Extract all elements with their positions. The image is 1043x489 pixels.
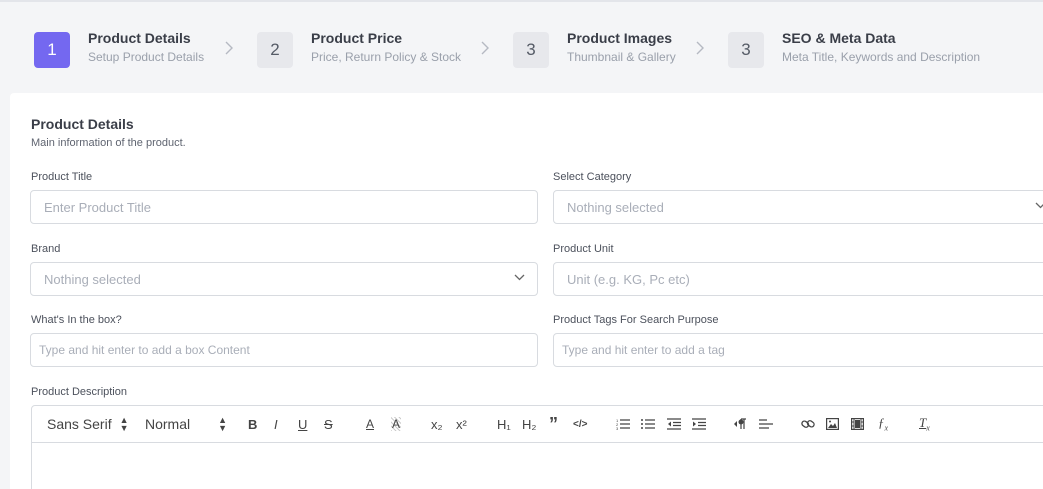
- text-color-icon[interactable]: A: [366, 406, 374, 442]
- unit-input[interactable]: [567, 271, 1043, 287]
- step-wizard: 1 Product Details Setup Product Details …: [34, 30, 1043, 70]
- product-title-label: Product Title: [31, 171, 93, 183]
- product-title-field: [30, 190, 538, 224]
- svg-text:3: 3: [616, 426, 619, 430]
- step-number: 2: [257, 32, 293, 68]
- font-family-value: Sans Serif: [47, 416, 112, 432]
- unit-label: Product Unit: [553, 243, 614, 255]
- outdent-icon[interactable]: [667, 406, 681, 442]
- tags-label: Product Tags For Search Purpose: [553, 314, 719, 326]
- formula-icon[interactable]: ƒx: [878, 406, 888, 442]
- subscript-icon[interactable]: x₂: [431, 406, 443, 442]
- strike-icon[interactable]: S: [324, 406, 333, 442]
- step-number: 3: [513, 32, 549, 68]
- step-subtitle: Thumbnail & Gallery: [567, 50, 676, 64]
- chevron-right-icon: [225, 41, 233, 55]
- chevron-down-icon: [1035, 202, 1043, 209]
- tags-input[interactable]: [562, 343, 1043, 357]
- indent-icon[interactable]: [692, 406, 706, 442]
- heading-1-icon[interactable]: H₁: [497, 406, 511, 442]
- video-icon[interactable]: [851, 406, 864, 442]
- highlight-letter: A: [391, 417, 402, 431]
- description-label: Product Description: [31, 386, 127, 398]
- highlight-icon[interactable]: A: [391, 406, 402, 442]
- chevron-right-icon: [481, 41, 489, 55]
- step-title: SEO & Meta Data: [782, 30, 896, 46]
- formula-glyph: ƒx: [878, 415, 889, 433]
- link-icon[interactable]: [801, 406, 815, 442]
- superscript-icon[interactable]: x²: [456, 406, 467, 442]
- category-label: Select Category: [553, 171, 632, 183]
- chevron-down-icon: [514, 274, 525, 281]
- code-icon[interactable]: </>: [573, 406, 587, 442]
- step-title: Product Images: [567, 30, 673, 46]
- align-icon[interactable]: [759, 406, 773, 442]
- tags-field: [553, 333, 1043, 367]
- heading-2-icon[interactable]: H₂: [522, 406, 536, 442]
- font-size-select[interactable]: Normal ▲ ▼: [145, 406, 227, 442]
- box-content-field: [30, 333, 538, 367]
- section-title: Product Details: [31, 116, 134, 132]
- step-title: Product Details: [88, 30, 191, 46]
- unit-field: [553, 262, 1043, 296]
- clear-format-icon[interactable]: Tx: [919, 406, 930, 442]
- category-selected-value: Nothing selected: [567, 199, 664, 215]
- chevron-right-icon: [696, 41, 704, 55]
- ordered-list-icon[interactable]: 123: [616, 406, 630, 442]
- brand-selected-value: Nothing selected: [44, 271, 141, 287]
- underline-icon[interactable]: U: [298, 406, 307, 442]
- top-divider: [0, 0, 1043, 2]
- image-icon[interactable]: [826, 406, 839, 442]
- box-label: What's In the box?: [31, 314, 122, 326]
- step-subtitle: Meta Title, Keywords and Description: [782, 50, 981, 64]
- bold-icon[interactable]: B: [248, 406, 257, 442]
- brand-label: Brand: [31, 243, 61, 255]
- step-number: 1: [34, 32, 70, 68]
- step-title: Product Price: [311, 30, 403, 46]
- section-subtitle: Main information of the product.: [31, 137, 186, 149]
- font-size-value: Normal: [145, 416, 191, 432]
- box-content-input[interactable]: [39, 343, 537, 357]
- updown-arrows-icon: ▲ ▼: [119, 415, 129, 433]
- editor-toolbar: Sans Serif ▲ ▼ Normal ▲ ▼ B I U S A A x₂ x…: [31, 405, 1043, 443]
- step-subtitle: Setup Product Details: [88, 50, 205, 64]
- rtl-icon[interactable]: [733, 406, 747, 442]
- clear-format-glyph: Tx: [919, 415, 930, 433]
- description-editor[interactable]: [31, 442, 1043, 489]
- product-title-input[interactable]: [44, 199, 537, 215]
- updown-arrows-icon: ▲ ▼: [218, 415, 228, 433]
- product-details-card: Product Details Main information of the …: [10, 93, 1043, 489]
- font-family-select[interactable]: Sans Serif ▲ ▼: [47, 406, 129, 442]
- step-subtitle: Price, Return Policy & Stock: [311, 50, 462, 64]
- brand-select[interactable]: Nothing selected: [30, 262, 538, 296]
- italic-icon[interactable]: I: [274, 406, 278, 442]
- category-select[interactable]: Nothing selected: [553, 190, 1043, 224]
- step-number: 3: [728, 32, 764, 68]
- blockquote-icon[interactable]: ”: [549, 406, 558, 442]
- bullet-list-icon[interactable]: [641, 406, 655, 442]
